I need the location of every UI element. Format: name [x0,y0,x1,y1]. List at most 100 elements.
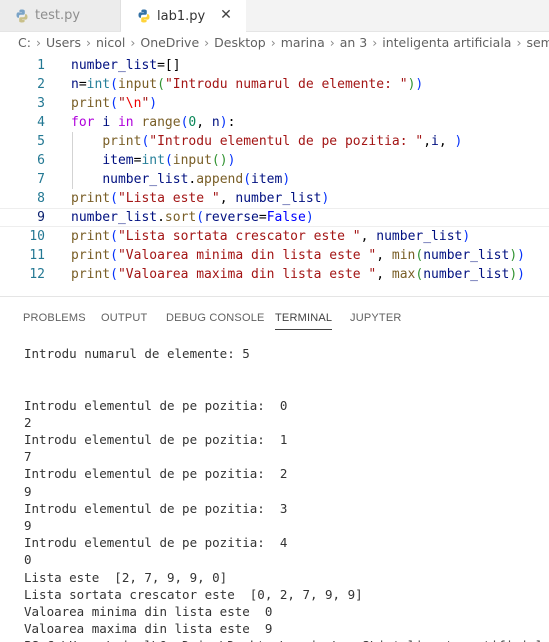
code-line[interactable]: 10 print("Lista sortata crescator este ",… [0,227,549,246]
code-line[interactable]: 1 number_list=[] [0,56,549,75]
chevron-right-icon: › [516,34,522,50]
breadcrumb-item[interactable]: C: [18,35,31,50]
code-line[interactable]: 11 print("Valoarea minima din lista este … [0,246,549,265]
code-token: range [141,115,181,130]
terminal-line: Lista sortata crescator este [0, 2, 7, 9… [24,586,363,602]
tab-label: test.py [35,8,81,23]
terminal-line: 0 [24,552,32,568]
code-text: print("Lista sortata crescator este ", n… [71,227,470,246]
line-number: 11 [29,248,45,263]
code-token: ( [196,210,205,225]
code-text: item=int(input()) [71,151,235,170]
code-token: ) [509,267,518,282]
code-token: ) [462,229,471,244]
code-token: int [141,153,165,168]
code-line[interactable]: 12 print("Valoarea maxima din lista este … [0,265,549,284]
code-line[interactable]: 2 n=int(input("Introdu numarul de element… [0,75,549,94]
code-token: , [219,191,236,206]
code-token: "Lista este " [117,191,220,206]
code-editor[interactable]: 1 number_list=[] 2 n=int(input("Introdu num… [0,52,549,282]
breadcrumb-item[interactable]: an 3 [340,35,368,50]
close-icon[interactable]: ✕ [218,7,234,23]
code-token: "Valoarea minima din lista este " [117,248,377,263]
panel-tab-bar: PROBLEMS OUTPUT DEBUG CONSOLE TERMINAL J… [0,297,549,333]
tab-lab1-py[interactable]: lab1.py ✕ [121,0,246,32]
code-text: print("Valoarea maxima din lista este ",… [71,265,525,284]
breadcrumb-item[interactable]: nicol [96,35,125,50]
code-token: ) [219,115,228,130]
tab-output[interactable]: OUTPUT [101,312,147,324]
code-token: i [431,134,439,149]
code-token: number_list [423,248,510,263]
breadcrumb-item[interactable]: marina [281,35,325,50]
terminal-line: 9 [24,518,32,533]
code-token: ( [110,191,118,206]
code-line[interactable]: 8 print("Lista este ", number_list) [0,189,549,208]
breadcrumb-item[interactable]: OneDrive [140,35,199,50]
line-number: 6 [37,153,45,168]
code-token: , [376,248,392,263]
code-token: , [423,134,432,149]
terminal-line: 9 [24,483,32,499]
line-number: 12 [29,267,45,282]
breadcrumb: C: › Users › nicol › OneDrive › Desktop › marina › a… [0,32,549,52]
code-token: max [391,267,416,282]
tab-test-py[interactable]: test.py [0,0,121,31]
line-number: 5 [37,134,45,149]
code-token: . [157,210,165,225]
terminal-line: Introdu elementul de pe pozitia: 0 [24,397,288,413]
terminal-line: Lista este [2, 7, 9, 9, 0] [24,569,228,585]
code-token: input [117,77,158,92]
breadcrumb-item[interactable]: Desktop [214,35,266,50]
code-line[interactable]: 3 print("\n") [0,94,549,113]
chevron-right-icon: › [35,34,41,50]
code-token: min [391,248,416,263]
code-text: number_list.append(item) [71,170,290,189]
tab-problems[interactable]: PROBLEMS [23,312,86,324]
tab-debug-console[interactable]: DEBUG CONSOLE [166,312,265,324]
code-token: ) [227,153,236,168]
code-line[interactable]: 4 for i in range(0, n): [0,113,549,132]
code-token: print [71,267,111,282]
code-token: ( [110,229,118,244]
editor-tab-bar: test.py lab1.py ✕ [0,0,549,32]
code-token: False [266,210,306,225]
code-token: print [102,134,142,149]
terminal-line: Valoarea maxima din lista este 9 [24,621,273,637]
code-token: print [71,248,111,263]
code-line[interactable]: 6 item=int(input()) [0,151,549,170]
tab-terminal[interactable]: TERMINAL [275,312,333,330]
code-token: , [438,134,455,149]
code-token: ( [110,96,118,111]
code-token: : [227,115,236,130]
code-token: input [172,153,212,168]
code-token: , [360,229,377,244]
terminal-line: 2 [24,414,32,430]
chevron-right-icon: › [85,34,91,50]
code-token: item [102,153,134,168]
code-token: ) [321,191,330,206]
tab-jupyter[interactable]: JUPYTER [350,312,402,324]
code-token: ( [157,77,165,92]
code-line[interactable]: 7 number_list.append(item) [0,170,549,189]
code-token: for [71,115,95,130]
code-token: = [78,77,87,92]
code-token: ( [110,267,118,282]
line-number: 4 [37,115,45,130]
line-number: 10 [29,229,45,244]
code-token: ( [110,248,118,263]
line-number: 2 [37,77,45,92]
code-line[interactable]: 5 print("Introdu elementul de pe pozitia… [0,132,549,151]
code-line[interactable]: 9 number_list.sort(reverse=False) [0,208,549,227]
breadcrumb-item[interactable]: Users [46,35,81,50]
chevron-right-icon: › [204,34,210,50]
terminal-output[interactable]: Introdu numarul de elemente: 5 Introdu el… [24,340,549,642]
breadcrumb-item[interactable]: sem [526,35,549,50]
terminal-line: Introdu elementul de pe pozitia: 2 [24,466,288,482]
line-number: 3 [37,96,45,111]
breadcrumb-item[interactable]: inteligenta artificiala [382,35,511,50]
